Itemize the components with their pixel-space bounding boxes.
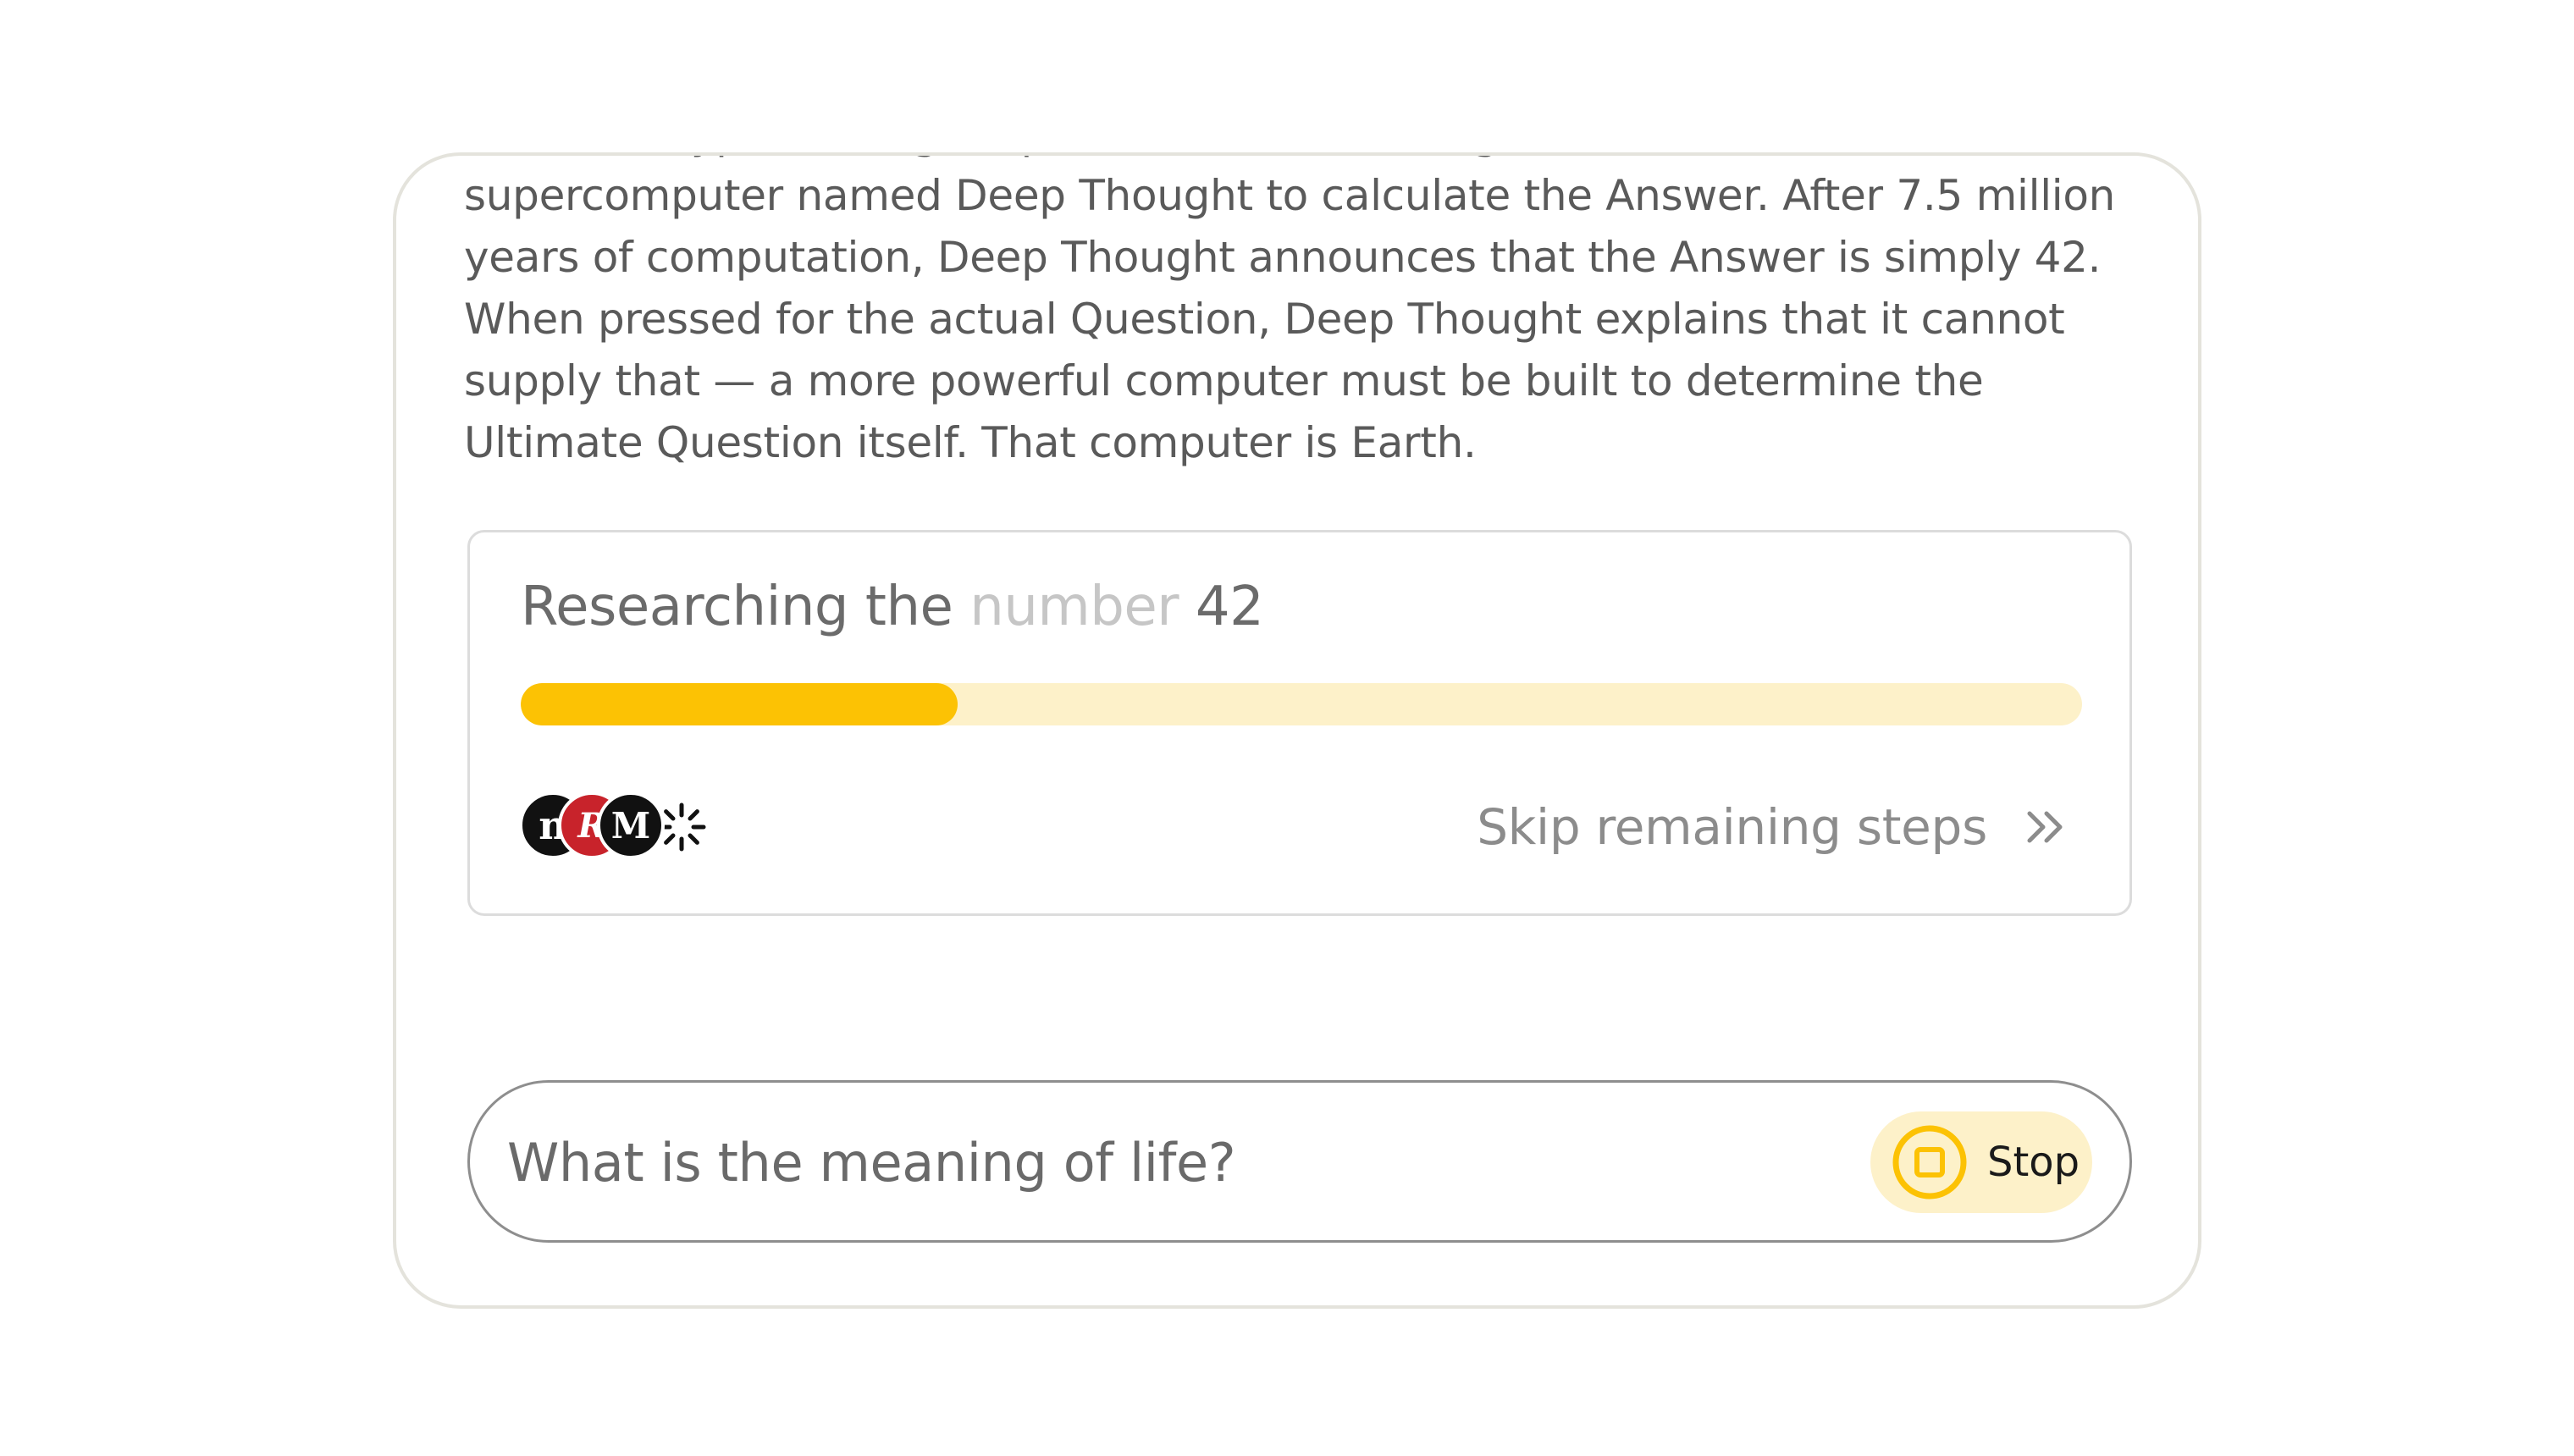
research-title-start: Researching the	[521, 576, 970, 638]
source-logos: n R M	[519, 788, 739, 863]
chat-panel: A race of hyper-intelligent pan-dimensio…	[393, 152, 2201, 1309]
skip-label: Skip remaining steps	[1477, 798, 1987, 856]
stage: A race of hyper-intelligent pan-dimensio…	[0, 0, 2574, 1456]
research-title: Researching the number 42	[521, 573, 1264, 641]
research-progress-fill	[521, 683, 958, 725]
stop-label: Stop	[1987, 1139, 2080, 1186]
stop-square-icon	[1892, 1125, 1967, 1200]
research-title-shimmer: number	[969, 576, 1179, 638]
research-progress-bar	[521, 683, 2082, 725]
answer-text: A race of hyper-intelligent pan-dimensio…	[464, 156, 2116, 467]
double-chevron-right-icon	[2027, 811, 2063, 843]
query-input[interactable]	[507, 1123, 1777, 1201]
skip-remaining-steps-button[interactable]: Skip remaining steps	[1477, 791, 2069, 863]
research-card: Researching the number 42 n R M Skip rem…	[467, 530, 2132, 916]
stop-button[interactable]: Stop	[1870, 1111, 2092, 1213]
research-title-end: 42	[1179, 576, 1264, 638]
query-bar: Stop	[467, 1080, 2132, 1243]
source-logo-m: M	[597, 791, 665, 859]
